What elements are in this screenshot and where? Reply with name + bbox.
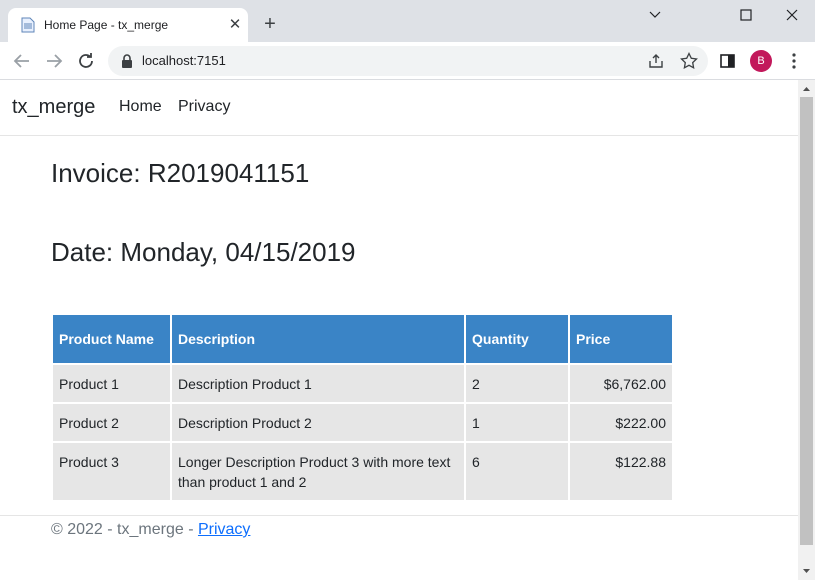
page-favicon-icon (21, 17, 35, 33)
cell-description: Description Product 2 (172, 404, 464, 441)
window-minimize-chevron-icon[interactable] (635, 2, 675, 28)
window-maximize-icon[interactable] (726, 2, 766, 28)
nav-link-privacy[interactable]: Privacy (178, 98, 230, 116)
cell-description: Description Product 1 (172, 365, 464, 402)
page-footer: © 2022 - tx_merge - Privacy (0, 515, 798, 555)
table-header-row: Product Name Description Quantity Price (53, 315, 672, 363)
invoice-date: Date: Monday, 04/15/2019 (51, 237, 356, 267)
url-text[interactable]: localhost:7151 (142, 53, 226, 69)
scrollbar-thumb[interactable] (800, 97, 813, 545)
page-scrollbar[interactable] (798, 80, 815, 580)
nav-link-home[interactable]: Home (119, 98, 162, 116)
cell-price: $6,762.00 (570, 365, 672, 402)
column-header-description: Description (172, 315, 464, 363)
cell-product-name: Product 2 (53, 404, 170, 441)
column-header-quantity: Quantity (466, 315, 568, 363)
profile-avatar[interactable]: B (750, 50, 772, 72)
cell-description: Longer Description Product 3 with more t… (172, 443, 464, 500)
table-row: Product 1 Description Product 1 2 $6,762… (53, 365, 672, 402)
cell-price: $222.00 (570, 404, 672, 441)
cell-quantity: 6 (466, 443, 568, 500)
side-panel-icon[interactable] (719, 52, 737, 70)
back-arrow-icon[interactable] (10, 49, 34, 73)
cell-product-name: Product 1 (53, 365, 170, 402)
cell-product-name: Product 3 (53, 443, 170, 500)
cell-quantity: 2 (466, 365, 568, 402)
scroll-up-arrow-icon[interactable] (798, 80, 815, 97)
invoice-items-table: Product Name Description Quantity Price … (51, 313, 674, 502)
address-bar[interactable]: localhost:7151 (108, 46, 708, 76)
lock-icon[interactable] (120, 53, 134, 69)
cell-quantity: 1 (466, 404, 568, 441)
tab-strip: Home Page - tx_merge ✕ + (0, 0, 815, 42)
browser-tab[interactable]: Home Page - tx_merge ✕ (8, 8, 248, 42)
column-header-product-name: Product Name (53, 315, 170, 363)
table-row: Product 2 Description Product 2 1 $222.0… (53, 404, 672, 441)
footer-text: © 2022 - tx_merge - Privacy (51, 520, 250, 540)
browser-toolbar: localhost:7151 B (0, 42, 815, 80)
page-viewport: tx_merge Home Privacy Invoice: R20190411… (0, 80, 798, 580)
invoice-title: Invoice: R2019041151 (51, 158, 310, 188)
footer-copyright: © 2022 - tx_merge - (51, 521, 198, 538)
new-tab-plus-icon[interactable]: + (258, 12, 282, 36)
tab-title: Home Page - tx_merge (44, 18, 169, 32)
column-header-price: Price (570, 315, 672, 363)
window-close-icon[interactable] (772, 2, 812, 28)
share-icon[interactable] (647, 52, 665, 70)
table-row: Product 3 Longer Description Product 3 w… (53, 443, 672, 500)
footer-privacy-link[interactable]: Privacy (198, 521, 250, 538)
site-brand-link[interactable]: tx_merge (12, 95, 95, 119)
tab-close-icon[interactable]: ✕ (225, 15, 245, 35)
site-navbar: tx_merge Home Privacy (0, 80, 798, 136)
forward-arrow-icon[interactable] (42, 49, 66, 73)
kebab-menu-icon[interactable] (786, 51, 802, 71)
scroll-down-arrow-icon[interactable] (798, 563, 815, 580)
reload-icon[interactable] (74, 49, 98, 73)
cell-price: $122.88 (570, 443, 672, 500)
star-icon[interactable] (679, 51, 699, 71)
